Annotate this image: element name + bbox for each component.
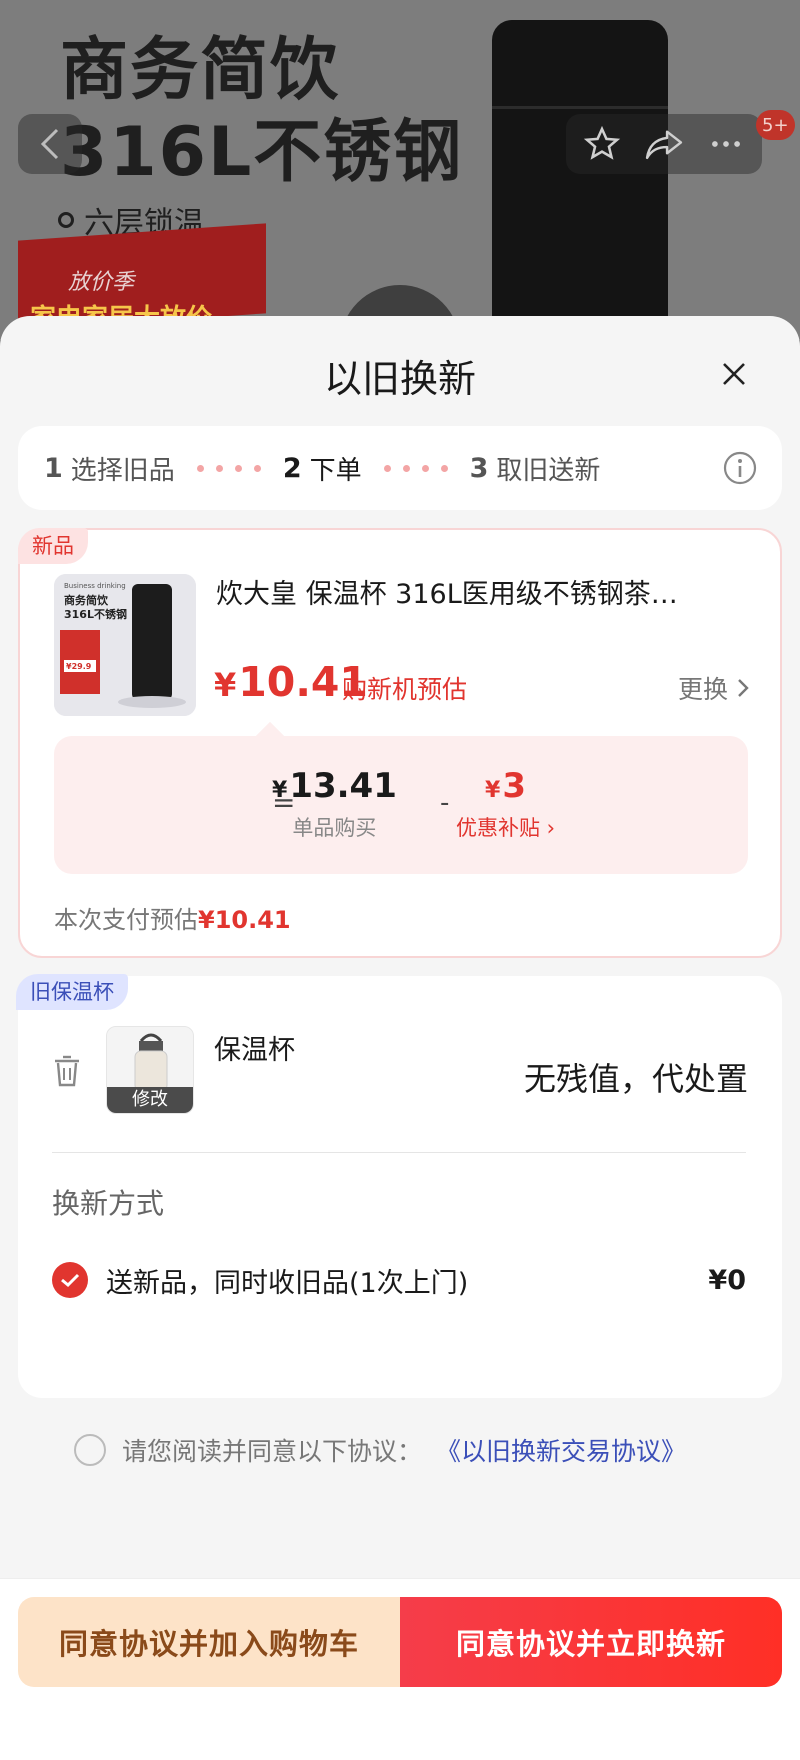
trade-method-option[interactable]: 送新品，同时收旧品(1次上门) ¥0 bbox=[52, 1258, 746, 1302]
promo-banner-title: 放价季 bbox=[68, 270, 135, 295]
agree-trade-now-button[interactable]: 同意协议并立即换新 bbox=[400, 1597, 782, 1687]
edit-old-item-button[interactable]: 修改 bbox=[107, 1087, 193, 1113]
chevron-left-icon bbox=[40, 128, 59, 160]
step-label: 下单 bbox=[309, 455, 362, 486]
old-item-tag: 旧保温杯 bbox=[16, 974, 128, 1010]
price-breakdown: = ¥13.41 单品购买 - ¥3 优惠补贴 › bbox=[54, 736, 748, 874]
delete-old-item-button[interactable] bbox=[52, 1054, 82, 1088]
minus-sign: - bbox=[440, 788, 450, 818]
trash-icon bbox=[55, 1055, 79, 1087]
step-number: 2 bbox=[282, 452, 302, 484]
step-number: 3 bbox=[469, 452, 489, 484]
back-button[interactable] bbox=[18, 114, 82, 174]
step-connector bbox=[196, 464, 261, 472]
step-number: 1 bbox=[44, 452, 63, 484]
subsidy-value: 3 bbox=[502, 766, 527, 806]
notification-badge: 5+ bbox=[756, 110, 795, 140]
old-item-valuation: 无残值，代处置 bbox=[523, 1060, 748, 1098]
step-order: 2 下单 bbox=[283, 450, 362, 487]
agreement-row: 请您阅读并同意以下协议： 《以旧换新交易协议》 bbox=[74, 1432, 686, 1468]
top-action-bar bbox=[566, 114, 762, 174]
product-thumbnail-graphic: Business drinking 商务简饮 316L不锈钢 ¥29.9 bbox=[54, 574, 196, 716]
trade-in-sheet: 以旧换新 1 选择旧品 2 下单 3 取旧送新 新品 Business drin… bbox=[0, 316, 800, 1760]
price-note: 购新机预估 bbox=[342, 675, 468, 704]
agreement-link[interactable]: 《以旧换新交易协议》 bbox=[436, 1432, 686, 1468]
agree-add-to-cart-button[interactable]: 同意协议并加入购物车 bbox=[18, 1597, 400, 1687]
background-product-page: 商务简饮 316L不锈钢 六层锁温 放价季 家电家居大放价 5+ bbox=[0, 0, 800, 340]
sheet-title: 以旧换新 bbox=[323, 357, 476, 401]
subsidy-label: 优惠补贴 › bbox=[456, 816, 556, 840]
agreement-radio[interactable] bbox=[74, 1434, 106, 1466]
check-icon bbox=[61, 1273, 80, 1288]
thumbnail-title-2: 316L不锈钢 bbox=[64, 607, 127, 621]
info-button[interactable] bbox=[722, 450, 758, 486]
trade-method-label: 送新品，同时收旧品(1次上门) bbox=[106, 1267, 469, 1299]
payment-estimate: 本次支付预估¥10.41 bbox=[54, 906, 291, 934]
new-product-tag: 新品 bbox=[18, 528, 88, 564]
checked-checkbox[interactable] bbox=[52, 1262, 88, 1298]
close-button[interactable] bbox=[714, 354, 754, 394]
new-product-card: 新品 Business drinking 商务简饮 316L不锈钢 ¥29.9 … bbox=[18, 528, 782, 958]
product-headline: 商务简饮 316L不锈钢 bbox=[60, 31, 464, 192]
info-icon bbox=[723, 451, 757, 485]
chevron-right-icon bbox=[738, 679, 749, 697]
feature-bullet-icon bbox=[58, 212, 74, 228]
step-pickup-deliver: 3 取旧送新 bbox=[470, 450, 601, 487]
share-icon[interactable] bbox=[644, 125, 684, 163]
unit-price-label: 单品购买 bbox=[292, 816, 377, 840]
step-label: 取旧送新 bbox=[496, 455, 601, 486]
progress-steps: 1 选择旧品 2 下单 3 取旧送新 bbox=[18, 426, 782, 510]
unit-price-block: ¥13.41 单品购买 bbox=[272, 766, 397, 840]
old-item-name: 保温杯 bbox=[214, 1035, 295, 1066]
thumbnail-title-1: 商务简饮 bbox=[64, 593, 109, 607]
payment-amount: ¥10.41 bbox=[198, 906, 291, 934]
product-bottle-image bbox=[492, 20, 668, 340]
old-item-thumbnail[interactable]: 修改 bbox=[106, 1026, 194, 1114]
thumbnail-price: ¥29.9 bbox=[66, 662, 92, 671]
new-product-thumbnail[interactable]: Business drinking 商务简饮 316L不锈钢 ¥29.9 bbox=[54, 574, 196, 716]
unit-price-value: 13.41 bbox=[289, 766, 397, 806]
step-connector bbox=[383, 464, 448, 472]
thumbnail-text-top: Business drinking bbox=[64, 582, 126, 590]
trade-method-price: ¥0 bbox=[708, 1264, 746, 1296]
trade-method-title: 换新方式 bbox=[52, 1187, 165, 1220]
close-icon bbox=[723, 363, 745, 385]
step-select-old: 1 选择旧品 bbox=[44, 450, 175, 487]
change-product-link[interactable]: 更换 bbox=[678, 670, 750, 706]
step-label: 选择旧品 bbox=[70, 455, 175, 486]
divider bbox=[52, 1152, 746, 1153]
agreement-text: 请您阅读并同意以下协议： bbox=[122, 1437, 423, 1466]
old-item-card: 旧保温杯 修改 保温杯 无残值，代处置 换新方式 送新品，同时收旧品(1次上门)… bbox=[16, 974, 782, 1398]
more-icon[interactable] bbox=[707, 125, 745, 163]
new-product-name[interactable]: 炊大皇 保温杯 316L医用级不锈钢茶… bbox=[216, 572, 752, 611]
subsidy-block[interactable]: ¥3 优惠补贴 › bbox=[456, 766, 555, 842]
star-icon[interactable] bbox=[583, 125, 621, 163]
bottom-action-bar: 同意协议并加入购物车 同意协议并立即换新 bbox=[0, 1578, 800, 1760]
